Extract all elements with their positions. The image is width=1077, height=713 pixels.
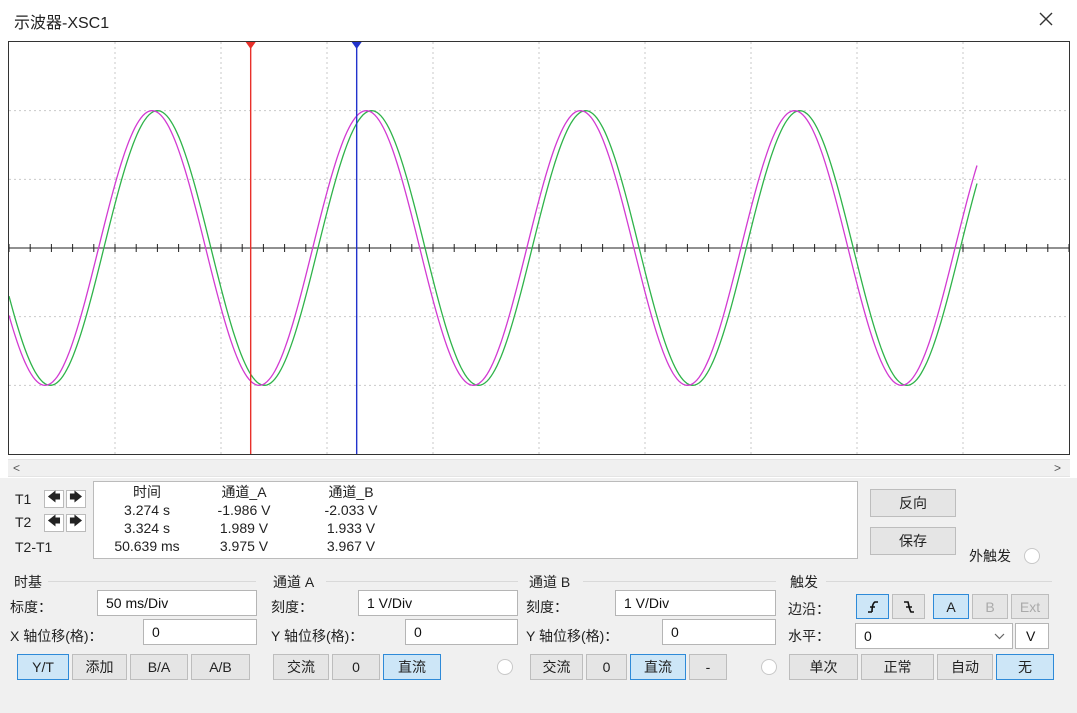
mode-ba-button[interactable]: B/A [130,654,188,680]
trigger-divider [826,581,1052,582]
channel-b-minus-button[interactable]: - [689,654,727,680]
timebase-scale-input[interactable]: 50 ms/Div [97,590,257,616]
t1-time: 3.274 s [124,502,170,518]
t2-t1-label: T2-T1 [15,539,53,555]
trigger-level-unit: V [1015,623,1049,649]
channel-b-scale-label: 刻度： [526,599,568,615]
reverse-button[interactable]: 反向 [870,489,956,517]
trigger-auto-button[interactable]: 自动 [937,654,993,680]
title-bar: 示波器-XSC1 [0,0,1077,38]
rising-edge-icon [867,600,878,613]
t1-label: T1 [15,491,32,507]
arrow-left-icon: 🡄 [47,514,61,529]
t1-channel-b: -2.033 V [324,502,378,518]
channel-a-scale-label: 刻度： [271,599,313,615]
t2-right-button[interactable]: 🡆 [66,514,86,532]
t2-t1-channel-a: 3.975 V [219,538,269,554]
channel-b-ac-button[interactable]: 交流 [530,654,583,680]
trigger-source-b-button[interactable]: B [972,594,1008,619]
header-time: 时间 [133,484,161,500]
timebase-scale-label: 标度： [10,599,52,615]
close-button[interactable] [1030,4,1062,34]
ext-trigger-label: 外触发 [969,548,1011,564]
mode-add-button[interactable]: 添加 [72,654,127,680]
t2-channel-b: 1.933 V [326,520,376,536]
ext-trigger-radio[interactable] [1024,548,1040,564]
trigger-source-ext-button[interactable]: Ext [1011,594,1049,619]
scroll-left-icon[interactable]: < [13,460,20,476]
cursor-marker-t2 [351,42,362,49]
timebase-divider [48,581,256,582]
channel-a-title: 通道 A [273,574,315,590]
channel-a-ac-button[interactable]: 交流 [273,654,329,680]
t2-label: T2 [15,514,32,530]
trigger-single-button[interactable]: 单次 [789,654,858,680]
oscilloscope-screen [8,41,1070,455]
t1-right-button[interactable]: 🡆 [66,490,86,508]
trigger-source-a-button[interactable]: A [933,594,969,619]
t2-t1-time: 50.639 ms [114,538,180,554]
header-channel-a: 通道_A [221,484,267,500]
channel-a-ypos-label: Y 轴位移(格)： [271,628,364,644]
t2-t1-channel-b: 3.967 V [326,538,376,554]
timebase-title: 时基 [14,574,42,590]
trigger-level-value: 0 [864,628,872,644]
cursor-marker-t1 [245,42,256,49]
trigger-title: 触发 [790,574,818,590]
chevron-down-icon [994,633,1005,640]
channel-b-radio[interactable] [761,659,777,675]
trigger-level-label: 水平： [788,628,830,644]
scope-plot [9,42,1069,454]
rising-edge-button[interactable] [856,594,889,619]
t2-channel-a: 1.989 V [219,520,269,536]
trigger-normal-button[interactable]: 正常 [861,654,934,680]
trigger-edge-label: 边沿： [788,601,830,617]
mode-yt-button[interactable]: Y/T [17,654,69,680]
channel-a-divider [326,581,518,582]
channel-b-ypos-label: Y 轴位移(格)： [526,628,619,644]
scroll-right-icon[interactable]: > [1054,460,1061,476]
header-channel-b: 通道_B [328,484,374,500]
t1-channel-a: -1.986 V [217,502,271,518]
timebase-xpos-input[interactable]: 0 [143,619,257,645]
save-button[interactable]: 保存 [870,527,956,555]
arrow-left-icon: 🡄 [47,490,61,505]
trigger-none-button[interactable]: 无 [996,654,1054,680]
channel-a-scale-input[interactable]: 1 V/Div [358,590,518,616]
window-title: 示波器-XSC1 [14,15,110,32]
channel-b-ypos-input[interactable]: 0 [662,619,776,645]
channel-a-radio[interactable] [497,659,513,675]
channel-a-ypos-input[interactable]: 0 [405,619,518,645]
mode-ab-button[interactable]: A/B [191,654,250,680]
t2-left-button[interactable]: 🡄 [44,514,64,532]
t1-left-button[interactable]: 🡄 [44,490,64,508]
timebase-xpos-label: X 轴位移(格)： [10,628,103,644]
falling-edge-button[interactable] [892,594,925,619]
falling-edge-icon [903,600,914,613]
readout-table: 时间 通道_A 通道_B 3.274 s -1.986 V -2.033 V 3… [93,481,858,559]
t2-time: 3.324 s [124,520,170,536]
arrow-right-icon: 🡆 [69,514,83,529]
trigger-level-select[interactable]: 0 [855,623,1013,649]
channel-a-dc-button[interactable]: 直流 [383,654,441,680]
channel-a-zero-button[interactable]: 0 [332,654,380,680]
channel-b-divider [583,581,776,582]
close-icon [1039,12,1053,26]
channel-b-zero-button[interactable]: 0 [586,654,627,680]
channel-b-dc-button[interactable]: 直流 [630,654,686,680]
arrow-right-icon: 🡆 [69,490,83,505]
horizontal-scrollbar[interactable]: < > [8,459,1070,477]
channel-b-title: 通道 B [529,574,571,590]
channel-b-scale-input[interactable]: 1 V/Div [615,590,776,616]
